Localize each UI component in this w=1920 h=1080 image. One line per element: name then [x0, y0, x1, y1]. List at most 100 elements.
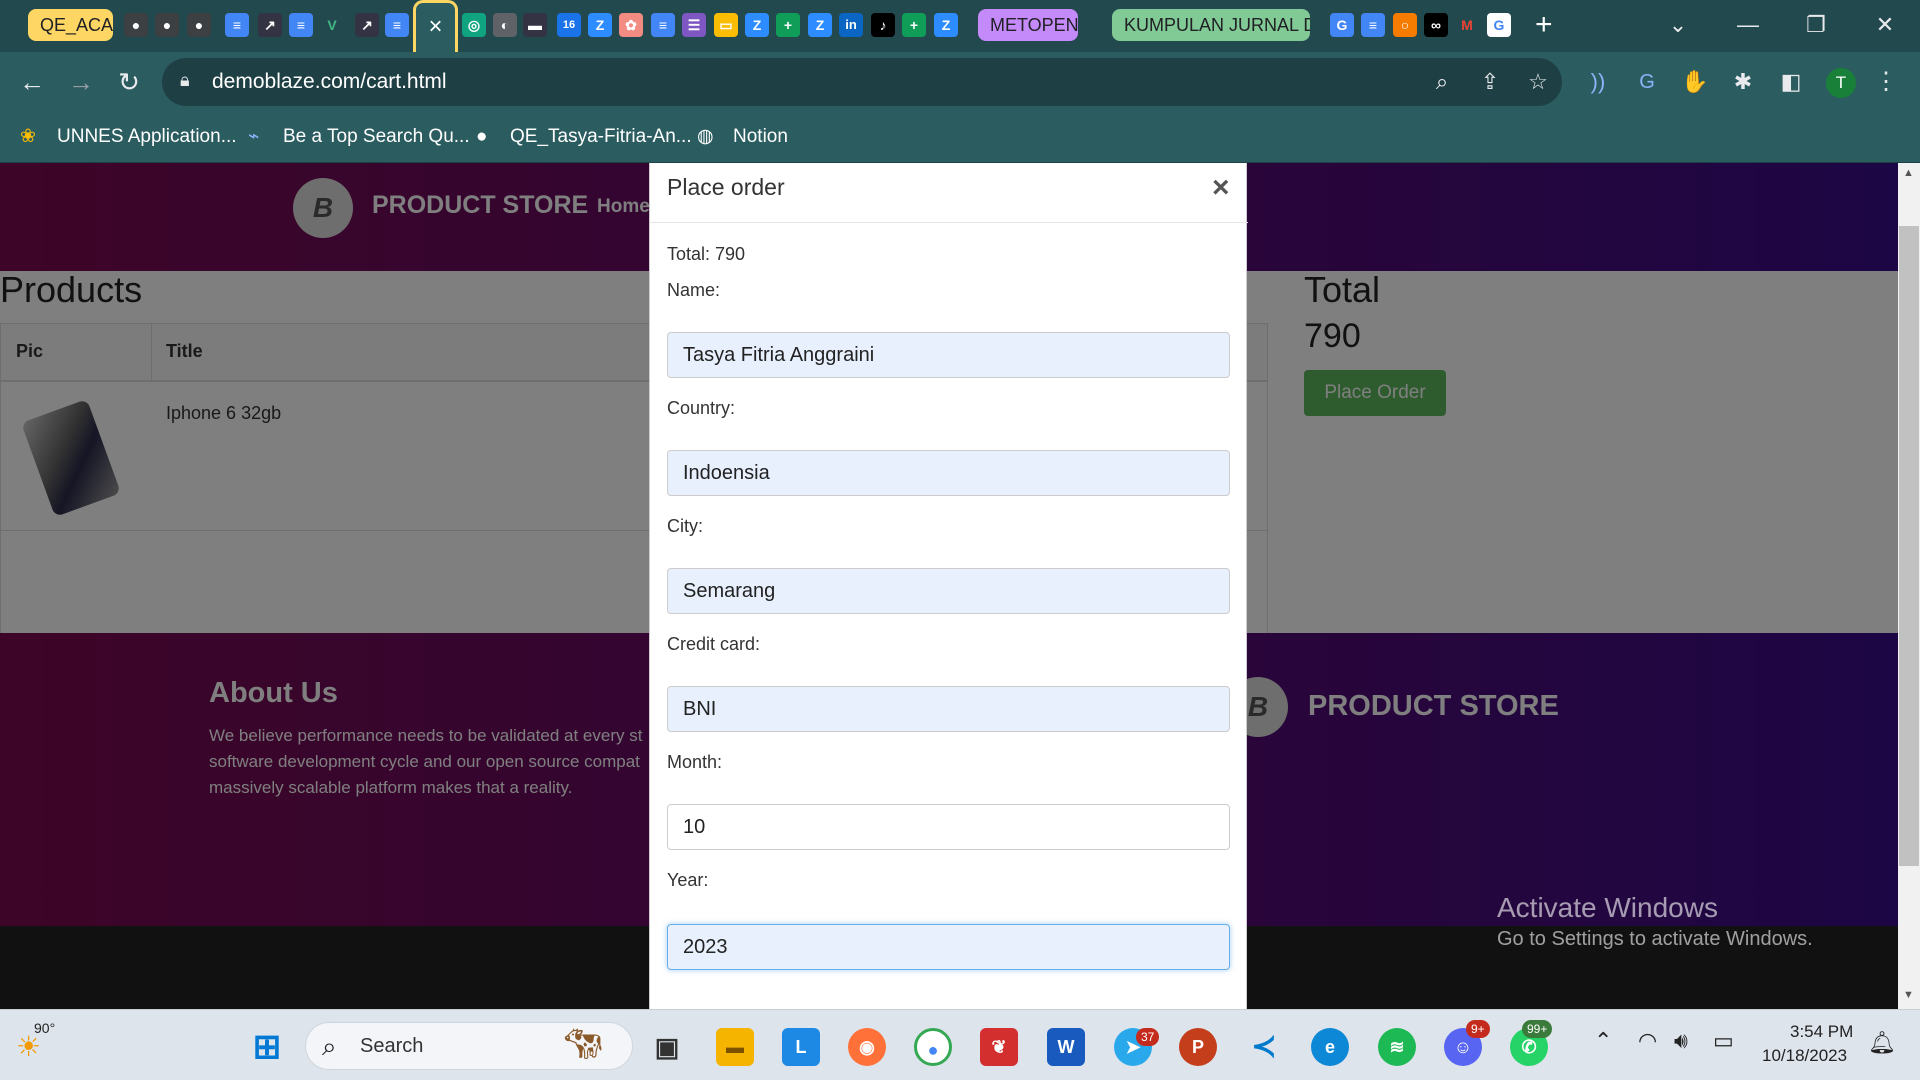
github-icon[interactable]: ●: [124, 13, 148, 37]
order-total: Total: 790: [667, 244, 746, 264]
google-docs-icon[interactable]: ≡: [385, 13, 409, 37]
google-docs-icon[interactable]: ≡: [651, 13, 675, 37]
profile-avatar[interactable]: T: [1826, 68, 1856, 98]
tab-group-metopen[interactable]: METOPEN: [978, 9, 1078, 41]
close-tab-icon[interactable]: ×: [416, 13, 455, 41]
google-icon[interactable]: G: [1487, 13, 1511, 37]
google-docs-icon[interactable]: ≡: [1361, 13, 1385, 37]
edge-icon[interactable]: e: [1311, 1028, 1349, 1066]
scroll-up-icon[interactable]: ▲: [1903, 167, 1914, 179]
restore-icon[interactable]: ❐: [1801, 10, 1831, 40]
clock-date[interactable]: 10/18/2023: [1762, 1046, 1847, 1066]
gmail-icon[interactable]: M: [1455, 13, 1479, 37]
notification-icon[interactable]: 🔔︎: [1868, 1030, 1896, 1056]
zoom-icon[interactable]: ⌕: [1426, 67, 1458, 97]
bookmark-search-quality[interactable]: Be a Top Search Qu...: [283, 124, 470, 150]
start-icon[interactable]: ⊞: [248, 1028, 286, 1066]
chart-icon[interactable]: ↗: [258, 13, 282, 37]
tab-group-kumpulan-jurnal[interactable]: KUMPULAN JURNAL D: [1112, 9, 1310, 41]
spotify-icon[interactable]: ≋: [1378, 1028, 1416, 1066]
volume-icon[interactable]: 🔊︎: [1674, 1028, 1688, 1054]
linkedin-icon[interactable]: in: [839, 13, 863, 37]
bookmark-notion[interactable]: Notion: [733, 124, 788, 150]
bookmark-unnes[interactable]: UNNES Application...: [57, 124, 237, 150]
weather-temp[interactable]: 90°: [34, 1020, 55, 1036]
orange-circle-icon[interactable]: ○: [1393, 13, 1417, 37]
address-bar[interactable]: 🔒︎ demoblaze.com/cart.html ⌕ ⇪ ☆: [162, 58, 1562, 106]
url-text[interactable]: demoblaze.com/cart.html: [212, 70, 447, 94]
month-input[interactable]: [667, 804, 1230, 850]
zoom-icon[interactable]: Z: [934, 13, 958, 37]
file-explorer-icon[interactable]: ▬: [716, 1028, 754, 1066]
year-input[interactable]: [667, 924, 1230, 970]
lock-icon[interactable]: 🔒︎: [180, 70, 190, 91]
infinity-icon[interactable]: ∞: [1424, 13, 1448, 37]
stop-hand-extension-icon[interactable]: ✋: [1679, 67, 1711, 97]
calendar-icon[interactable]: 16: [557, 13, 581, 37]
modal-close-button[interactable]: ×: [1212, 171, 1230, 205]
bar-icon[interactable]: ▬: [523, 13, 547, 37]
list-icon[interactable]: ☰: [682, 13, 706, 37]
brain-icon[interactable]: ✿: [619, 13, 643, 37]
google-docs-icon[interactable]: ≡: [225, 13, 249, 37]
bookmark-github-icon[interactable]: ●: [476, 124, 487, 150]
zoom-icon[interactable]: Z: [588, 13, 612, 37]
tiktok-icon[interactable]: ♪: [871, 13, 895, 37]
wifi-icon[interactable]: ◠: [1638, 1028, 1657, 1054]
chrome-icon[interactable]: ●: [914, 1028, 952, 1066]
show-hidden-icons[interactable]: ⌃: [1594, 1028, 1612, 1054]
forward-icon[interactable]: →: [65, 67, 97, 97]
vue-icon[interactable]: V: [320, 13, 344, 37]
battery-icon[interactable]: ▭: [1713, 1028, 1734, 1054]
powerpoint-icon[interactable]: P: [1179, 1028, 1217, 1066]
tab-search-icon[interactable]: ⌄: [1663, 10, 1693, 40]
task-view-icon[interactable]: ▣: [648, 1028, 686, 1066]
close-window-icon[interactable]: ✕: [1870, 10, 1900, 40]
name-input[interactable]: [667, 332, 1230, 378]
bookmark-qe-tasya[interactable]: QE_Tasya-Fitria-An...: [510, 124, 692, 150]
new-tab-button[interactable]: +: [1535, 8, 1553, 42]
credit-card-input[interactable]: [667, 686, 1230, 732]
reload-icon[interactable]: ↻: [113, 67, 145, 97]
bookmark-search-icon[interactable]: ⌁: [248, 124, 259, 150]
github-icon[interactable]: ●: [155, 13, 179, 37]
sheets-plus-icon[interactable]: +: [902, 13, 926, 37]
sheets-plus-icon[interactable]: +: [776, 13, 800, 37]
vscode-icon[interactable]: ≺: [1245, 1028, 1283, 1066]
bookmark-star-icon[interactable]: ☆: [1522, 67, 1554, 97]
back-icon[interactable]: ←: [16, 67, 48, 97]
year-label: Year:: [667, 870, 709, 890]
mendeley-icon[interactable]: ❦: [980, 1028, 1018, 1066]
chatgpt-icon[interactable]: ◎: [462, 13, 486, 37]
extensions-puzzle-icon[interactable]: ✱: [1727, 67, 1759, 97]
minimize-icon[interactable]: —: [1733, 10, 1763, 40]
chart-icon[interactable]: ↗: [355, 13, 379, 37]
l-app-icon[interactable]: L: [782, 1028, 820, 1066]
active-tab[interactable]: ×: [413, 0, 458, 52]
scroll-down-icon[interactable]: ▼: [1903, 989, 1914, 1001]
firefox-icon[interactable]: ◉: [848, 1028, 886, 1066]
share-icon[interactable]: ⇪: [1474, 67, 1506, 97]
side-panel-icon[interactable]: ◧: [1775, 67, 1807, 97]
google-docs-icon[interactable]: ≡: [289, 13, 313, 37]
bookmark-globe-icon[interactable]: ◍: [697, 124, 714, 150]
clock-time[interactable]: 3:54 PM: [1790, 1022, 1853, 1042]
windows-taskbar: ☀ 90° ⊞ ⌕ Search 🐄︎ ▣ ▬ L ◉ ● ❦ W ➤ 37 P…: [0, 1009, 1920, 1080]
globe-icon[interactable]: ◐: [493, 13, 517, 37]
more-menu-icon[interactable]: ⋮: [1870, 67, 1902, 97]
tab-group-qe-aca[interactable]: QE_ACA: [28, 9, 113, 41]
scroll-thumb[interactable]: [1899, 226, 1919, 866]
slides-icon[interactable]: ▭: [714, 13, 738, 37]
google-translate-extension-icon[interactable]: G: [1631, 67, 1663, 97]
bookmark-unnes-icon[interactable]: ❀: [20, 124, 36, 150]
taskbar-search[interactable]: ⌕ Search 🐄︎: [305, 1022, 633, 1070]
zoom-icon[interactable]: Z: [745, 13, 769, 37]
google-translate-icon[interactable]: G: [1330, 13, 1354, 37]
read-aloud-icon[interactable]: )): [1582, 67, 1614, 97]
city-input[interactable]: [667, 568, 1230, 614]
github-icon[interactable]: ●: [187, 13, 211, 37]
zoom-icon[interactable]: Z: [808, 13, 832, 37]
modal-header: Place order ×: [650, 163, 1248, 223]
word-icon[interactable]: W: [1047, 1028, 1085, 1066]
country-input[interactable]: [667, 450, 1230, 496]
